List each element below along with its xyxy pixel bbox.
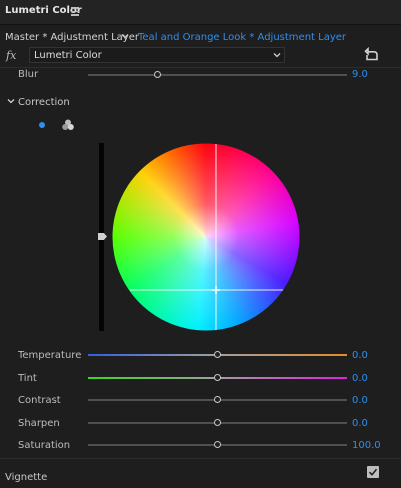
effect-select-label: Lumetri Color (34, 50, 102, 61)
divider (0, 458, 401, 459)
blur-slider-track[interactable] (88, 74, 347, 76)
blur-label: Blur (18, 69, 39, 80)
reset-icon[interactable] (364, 47, 380, 63)
sharpen-value[interactable]: 0.0 (352, 418, 368, 429)
contrast-label: Contrast (18, 395, 61, 406)
temperature-value[interactable]: 0.0 (352, 350, 368, 361)
master-clip-label[interactable]: Master * Adjustment Layer (5, 32, 139, 43)
three-way-mode-icon[interactable] (61, 118, 75, 132)
saturation-label: Saturation (18, 440, 71, 451)
header-divider (0, 24, 401, 25)
chevron-down-icon[interactable] (120, 31, 130, 41)
contrast-slider-thumb[interactable] (214, 396, 221, 403)
single-wheel-mode-icon[interactable] (39, 122, 45, 128)
chevron-down-icon[interactable] (6, 96, 16, 106)
temperature-label: Temperature (18, 350, 82, 361)
saturation-slider-thumb[interactable] (214, 441, 221, 448)
blur-slider-thumb[interactable] (154, 71, 162, 78)
contrast-value[interactable]: 0.0 (352, 395, 368, 406)
saturation-value[interactable]: 100.0 (352, 440, 381, 451)
chevron-down-icon (273, 53, 281, 58)
divider (0, 67, 401, 68)
tint-label: Tint (18, 373, 37, 384)
vignette-checkbox[interactable] (367, 466, 379, 478)
vignette-section-title[interactable]: Vignette (5, 472, 47, 483)
tint-value[interactable]: 0.0 (352, 373, 368, 384)
tint-slider-thumb[interactable] (214, 374, 221, 381)
clip-link[interactable]: Teal and Orange Look * Adjustment Layer (138, 32, 346, 43)
luminance-slider-handle[interactable] (98, 233, 107, 240)
fx-icon[interactable]: fx (6, 49, 16, 62)
color-wheel[interactable] (112, 143, 300, 331)
hamburger-icon[interactable] (71, 7, 79, 16)
sharpen-slider-thumb[interactable] (214, 419, 221, 426)
sharpen-label: Sharpen (18, 418, 60, 429)
blur-value[interactable]: 9.0 (352, 69, 368, 80)
temperature-slider-thumb[interactable] (214, 351, 221, 358)
checkmark-icon (368, 468, 378, 476)
correction-section-title[interactable]: Correction (18, 97, 70, 108)
